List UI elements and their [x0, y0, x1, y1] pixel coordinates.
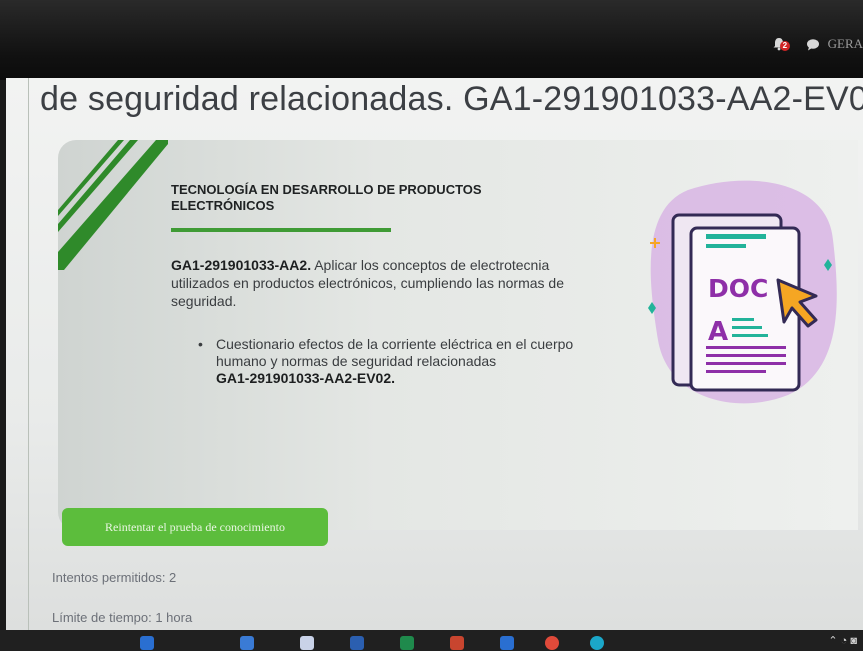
document-illustration: DOC A — [648, 180, 837, 404]
page-title: de seguridad relacionadas. GA1-291901033… — [40, 80, 863, 118]
course-card: TECNOLOGÍA EN DESARROLLO DE PRODUCTOS EL… — [58, 140, 858, 530]
taskbar-app-icon[interactable] — [240, 636, 254, 650]
messages-button[interactable] — [806, 38, 820, 51]
heading-underline — [171, 228, 391, 232]
notification-badge: 2 — [779, 41, 791, 51]
competence-description: GA1-291901033-AA2. Aplicar los conceptos… — [171, 256, 601, 310]
taskbar-app-icon[interactable] — [350, 636, 364, 650]
competence-code: GA1-291901033-AA2. — [171, 257, 312, 273]
retry-quiz-button[interactable]: Reintentar el prueba de conocimiento — [62, 508, 328, 546]
decorative-stripes — [58, 140, 168, 270]
activity-description: Cuestionario efectos de la corriente elé… — [216, 336, 574, 369]
system-tray-icons[interactable]: ⌃ ◔ ◙ — [828, 634, 857, 647]
taskbar-app-icon[interactable] — [500, 636, 514, 650]
content-divider — [28, 78, 29, 644]
taskbar-app-icon[interactable] — [400, 636, 414, 650]
attempts-allowed: Intentos permitidos: 2 — [52, 570, 177, 585]
doc-label: DOC — [708, 274, 768, 303]
bullet-icon: • — [198, 336, 203, 352]
taskbar-app-icon[interactable] — [590, 636, 604, 650]
letter-a-label: A — [708, 317, 728, 347]
user-menu[interactable]: GERA — [828, 36, 863, 52]
taskbar-app-icon[interactable] — [300, 636, 314, 650]
program-heading: TECNOLOGÍA EN DESARROLLO DE PRODUCTOS EL… — [171, 182, 482, 213]
activity-code: GA1-291901033-AA2-EV02. — [216, 370, 395, 386]
os-taskbar: ⌃ ◔ ◙ — [0, 630, 863, 651]
taskbar-app-icon[interactable] — [450, 636, 464, 650]
taskbar-app-icon[interactable] — [140, 636, 154, 650]
user-toolbar: 2 GERA — [772, 36, 863, 52]
notifications-button[interactable]: 2 — [772, 37, 791, 51]
browser-top-bar: 2 GERA — [0, 0, 863, 80]
chat-bubble-icon — [806, 38, 819, 50]
taskbar-app-icon[interactable] — [545, 636, 559, 650]
activity-page: de seguridad relacionadas. GA1-291901033… — [6, 78, 863, 644]
activity-list-item: • Cuestionario efectos de la corriente e… — [198, 336, 588, 387]
time-limit: Límite de tiempo: 1 hora — [52, 610, 193, 625]
